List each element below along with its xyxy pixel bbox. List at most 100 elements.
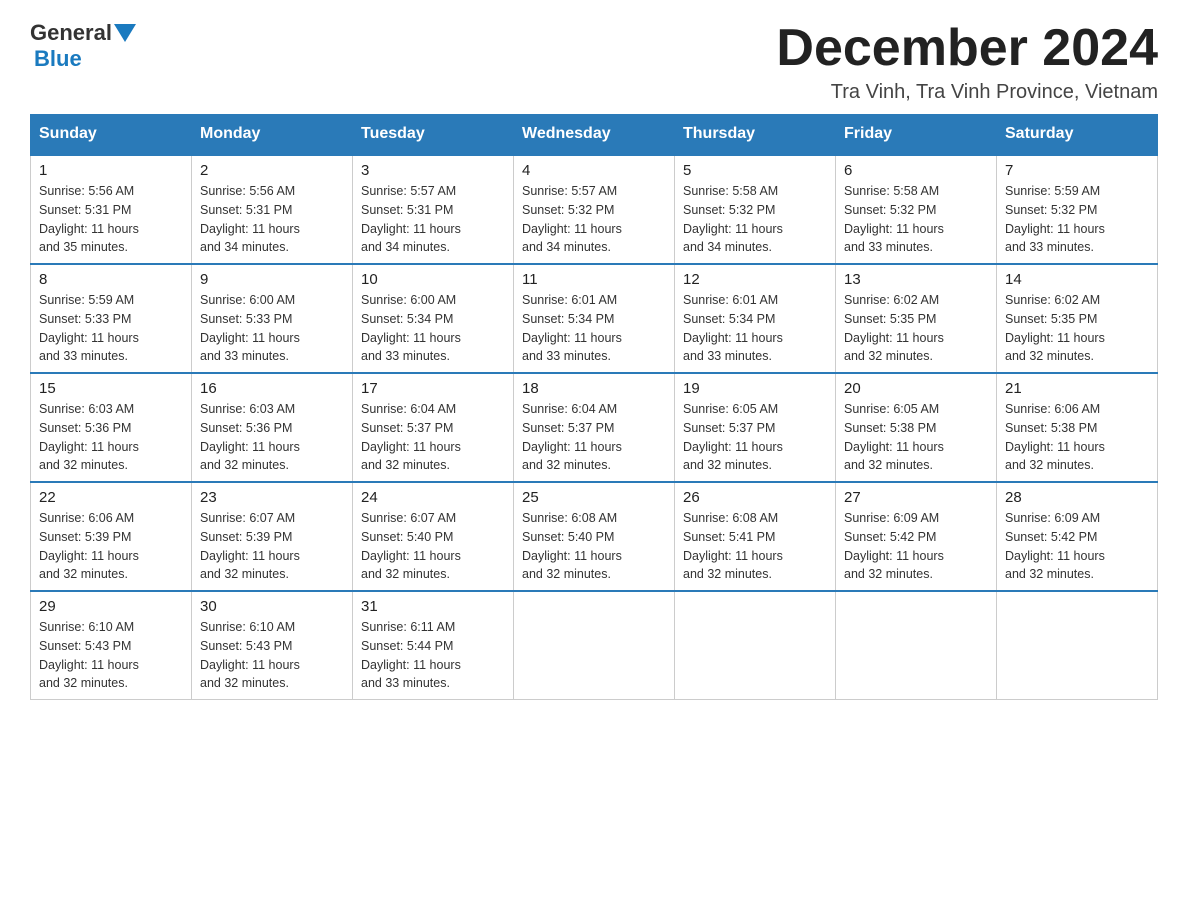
day-info: Sunrise: 6:11 AMSunset: 5:44 PMDaylight:… [361, 620, 461, 690]
day-info: Sunrise: 6:10 AMSunset: 5:43 PMDaylight:… [39, 620, 139, 690]
column-header-saturday: Saturday [997, 115, 1158, 155]
title-block: December 2024 Tra Vinh, Tra Vinh Provinc… [776, 20, 1158, 104]
day-number: 17 [361, 380, 505, 397]
day-info: Sunrise: 5:56 AMSunset: 5:31 PMDaylight:… [200, 184, 300, 254]
day-info: Sunrise: 6:09 AMSunset: 5:42 PMDaylight:… [1005, 511, 1105, 581]
calendar-week-row: 22 Sunrise: 6:06 AMSunset: 5:39 PMDaylig… [31, 482, 1158, 591]
day-number: 31 [361, 598, 505, 615]
day-info: Sunrise: 5:59 AMSunset: 5:33 PMDaylight:… [39, 293, 139, 363]
day-number: 29 [39, 598, 183, 615]
day-number: 21 [1005, 380, 1149, 397]
day-number: 19 [683, 380, 827, 397]
calendar-cell: 8 Sunrise: 5:59 AMSunset: 5:33 PMDayligh… [31, 264, 192, 373]
day-number: 11 [522, 271, 666, 288]
day-number: 2 [200, 162, 344, 179]
column-header-monday: Monday [192, 115, 353, 155]
day-number: 5 [683, 162, 827, 179]
calendar-cell: 21 Sunrise: 6:06 AMSunset: 5:38 PMDaylig… [997, 373, 1158, 482]
day-number: 4 [522, 162, 666, 179]
calendar-cell: 31 Sunrise: 6:11 AMSunset: 5:44 PMDaylig… [353, 591, 514, 700]
day-info: Sunrise: 6:07 AMSunset: 5:40 PMDaylight:… [361, 511, 461, 581]
calendar-cell: 18 Sunrise: 6:04 AMSunset: 5:37 PMDaylig… [514, 373, 675, 482]
calendar-cell [675, 591, 836, 700]
day-info: Sunrise: 6:06 AMSunset: 5:39 PMDaylight:… [39, 511, 139, 581]
day-info: Sunrise: 6:03 AMSunset: 5:36 PMDaylight:… [39, 402, 139, 472]
day-number: 27 [844, 489, 988, 506]
calendar-cell: 10 Sunrise: 6:00 AMSunset: 5:34 PMDaylig… [353, 264, 514, 373]
calendar-cell: 26 Sunrise: 6:08 AMSunset: 5:41 PMDaylig… [675, 482, 836, 591]
calendar-cell: 6 Sunrise: 5:58 AMSunset: 5:32 PMDayligh… [836, 155, 997, 265]
calendar-cell: 24 Sunrise: 6:07 AMSunset: 5:40 PMDaylig… [353, 482, 514, 591]
calendar-cell [997, 591, 1158, 700]
day-number: 22 [39, 489, 183, 506]
day-number: 3 [361, 162, 505, 179]
day-info: Sunrise: 6:01 AMSunset: 5:34 PMDaylight:… [522, 293, 622, 363]
calendar-cell [836, 591, 997, 700]
day-number: 20 [844, 380, 988, 397]
day-number: 25 [522, 489, 666, 506]
calendar-cell: 14 Sunrise: 6:02 AMSunset: 5:35 PMDaylig… [997, 264, 1158, 373]
column-header-friday: Friday [836, 115, 997, 155]
calendar-cell: 30 Sunrise: 6:10 AMSunset: 5:43 PMDaylig… [192, 591, 353, 700]
day-info: Sunrise: 5:59 AMSunset: 5:32 PMDaylight:… [1005, 184, 1105, 254]
day-number: 10 [361, 271, 505, 288]
calendar-cell: 2 Sunrise: 5:56 AMSunset: 5:31 PMDayligh… [192, 155, 353, 265]
day-number: 12 [683, 271, 827, 288]
day-number: 6 [844, 162, 988, 179]
calendar-cell: 7 Sunrise: 5:59 AMSunset: 5:32 PMDayligh… [997, 155, 1158, 265]
day-info: Sunrise: 6:10 AMSunset: 5:43 PMDaylight:… [200, 620, 300, 690]
month-title: December 2024 [776, 20, 1158, 77]
calendar-cell: 9 Sunrise: 6:00 AMSunset: 5:33 PMDayligh… [192, 264, 353, 373]
day-number: 16 [200, 380, 344, 397]
day-number: 15 [39, 380, 183, 397]
day-info: Sunrise: 6:05 AMSunset: 5:38 PMDaylight:… [844, 402, 944, 472]
day-info: Sunrise: 6:09 AMSunset: 5:42 PMDaylight:… [844, 511, 944, 581]
page-header: General Blue December 2024 Tra Vinh, Tra… [30, 20, 1158, 104]
calendar-cell: 13 Sunrise: 6:02 AMSunset: 5:35 PMDaylig… [836, 264, 997, 373]
day-info: Sunrise: 6:03 AMSunset: 5:36 PMDaylight:… [200, 402, 300, 472]
day-info: Sunrise: 6:01 AMSunset: 5:34 PMDaylight:… [683, 293, 783, 363]
day-number: 7 [1005, 162, 1149, 179]
column-header-sunday: Sunday [31, 115, 192, 155]
logo: General Blue [30, 20, 136, 72]
day-number: 13 [844, 271, 988, 288]
logo-general-text: General [30, 20, 112, 46]
calendar-cell: 3 Sunrise: 5:57 AMSunset: 5:31 PMDayligh… [353, 155, 514, 265]
calendar-cell: 22 Sunrise: 6:06 AMSunset: 5:39 PMDaylig… [31, 482, 192, 591]
calendar-cell: 15 Sunrise: 6:03 AMSunset: 5:36 PMDaylig… [31, 373, 192, 482]
calendar-cell: 20 Sunrise: 6:05 AMSunset: 5:38 PMDaylig… [836, 373, 997, 482]
column-header-wednesday: Wednesday [514, 115, 675, 155]
day-number: 23 [200, 489, 344, 506]
calendar-cell: 4 Sunrise: 5:57 AMSunset: 5:32 PMDayligh… [514, 155, 675, 265]
calendar-cell: 12 Sunrise: 6:01 AMSunset: 5:34 PMDaylig… [675, 264, 836, 373]
calendar-cell: 19 Sunrise: 6:05 AMSunset: 5:37 PMDaylig… [675, 373, 836, 482]
calendar-cell: 29 Sunrise: 6:10 AMSunset: 5:43 PMDaylig… [31, 591, 192, 700]
day-info: Sunrise: 5:58 AMSunset: 5:32 PMDaylight:… [844, 184, 944, 254]
day-info: Sunrise: 6:00 AMSunset: 5:34 PMDaylight:… [361, 293, 461, 363]
calendar-table: SundayMondayTuesdayWednesdayThursdayFrid… [30, 114, 1158, 700]
day-number: 14 [1005, 271, 1149, 288]
calendar-header-row: SundayMondayTuesdayWednesdayThursdayFrid… [31, 115, 1158, 155]
calendar-cell: 27 Sunrise: 6:09 AMSunset: 5:42 PMDaylig… [836, 482, 997, 591]
day-info: Sunrise: 6:08 AMSunset: 5:41 PMDaylight:… [683, 511, 783, 581]
day-info: Sunrise: 6:02 AMSunset: 5:35 PMDaylight:… [1005, 293, 1105, 363]
day-info: Sunrise: 6:05 AMSunset: 5:37 PMDaylight:… [683, 402, 783, 472]
calendar-week-row: 15 Sunrise: 6:03 AMSunset: 5:36 PMDaylig… [31, 373, 1158, 482]
calendar-cell: 11 Sunrise: 6:01 AMSunset: 5:34 PMDaylig… [514, 264, 675, 373]
day-number: 26 [683, 489, 827, 506]
location-subtitle: Tra Vinh, Tra Vinh Province, Vietnam [776, 81, 1158, 104]
calendar-week-row: 29 Sunrise: 6:10 AMSunset: 5:43 PMDaylig… [31, 591, 1158, 700]
day-number: 28 [1005, 489, 1149, 506]
calendar-cell: 5 Sunrise: 5:58 AMSunset: 5:32 PMDayligh… [675, 155, 836, 265]
calendar-cell: 17 Sunrise: 6:04 AMSunset: 5:37 PMDaylig… [353, 373, 514, 482]
calendar-week-row: 1 Sunrise: 5:56 AMSunset: 5:31 PMDayligh… [31, 155, 1158, 265]
day-number: 1 [39, 162, 183, 179]
calendar-cell: 25 Sunrise: 6:08 AMSunset: 5:40 PMDaylig… [514, 482, 675, 591]
day-info: Sunrise: 6:07 AMSunset: 5:39 PMDaylight:… [200, 511, 300, 581]
day-info: Sunrise: 5:58 AMSunset: 5:32 PMDaylight:… [683, 184, 783, 254]
day-info: Sunrise: 5:57 AMSunset: 5:32 PMDaylight:… [522, 184, 622, 254]
day-info: Sunrise: 5:57 AMSunset: 5:31 PMDaylight:… [361, 184, 461, 254]
calendar-cell: 16 Sunrise: 6:03 AMSunset: 5:36 PMDaylig… [192, 373, 353, 482]
day-info: Sunrise: 6:00 AMSunset: 5:33 PMDaylight:… [200, 293, 300, 363]
day-number: 8 [39, 271, 183, 288]
